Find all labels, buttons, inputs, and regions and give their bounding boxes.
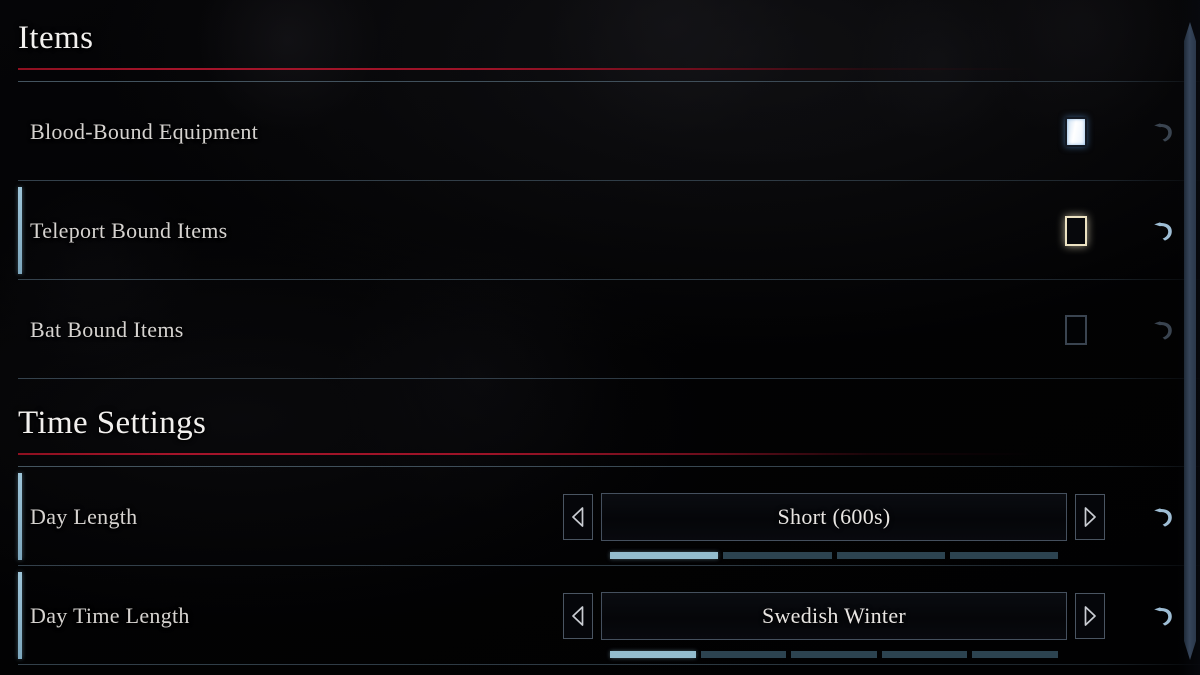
- row-label: Bat Bound Items: [30, 316, 184, 342]
- row-accent-bar: [18, 572, 22, 659]
- settings-row[interactable]: Teleport Bound Items: [0, 181, 1200, 280]
- checkbox-fill: [1067, 316, 1085, 343]
- stepper-row: Swedish Winter: [563, 591, 1105, 640]
- section-title-rule: [18, 453, 1200, 455]
- settings-content: Items Blood-Bound Equipment Teleport Bound…: [0, 0, 1200, 665]
- stepper: Short (600s): [563, 492, 1105, 559]
- checkbox-hover[interactable]: [1065, 215, 1087, 246]
- section-title-items: Items: [18, 20, 94, 56]
- section-items: Items Blood-Bound Equipment Teleport Bound…: [0, 0, 1200, 379]
- stepper-segments: [610, 551, 1058, 559]
- stepper-segment: [723, 551, 832, 559]
- row-label: Day Length: [30, 503, 138, 529]
- row-label: Blood-Bound Equipment: [30, 118, 259, 144]
- stepper-segment: [610, 650, 696, 658]
- stepper-segment: [700, 650, 787, 658]
- stepper-segment: [972, 650, 1058, 658]
- settings-row[interactable]: Day Length Short (600s): [0, 467, 1200, 566]
- chevron-left-icon[interactable]: [563, 493, 593, 540]
- checkbox-wrap: [1026, 215, 1126, 246]
- vertical-scrollbar[interactable]: [1178, 0, 1200, 675]
- scrollbar-thumb[interactable]: [1184, 22, 1196, 660]
- stepper-segment: [949, 551, 1058, 559]
- checkbox-wrap: [1026, 314, 1126, 345]
- stepper-row: Short (600s): [563, 492, 1105, 541]
- settings-screen: Items Blood-Bound Equipment Teleport Bound…: [0, 0, 1200, 675]
- row-divider: [18, 664, 1200, 665]
- checkbox-wrap: [1026, 116, 1126, 147]
- row-accent-bar: [18, 187, 22, 274]
- checkbox-checked[interactable]: [1065, 116, 1087, 147]
- section-title-time-settings: Time Settings: [18, 405, 207, 441]
- row-label: Day Time Length: [30, 602, 190, 628]
- undo-arrow-icon[interactable]: [1150, 504, 1176, 530]
- settings-row[interactable]: Blood-Bound Equipment: [0, 82, 1200, 181]
- section-title-rule: [18, 68, 1200, 70]
- stepper-segments: [610, 650, 1058, 658]
- undo-arrow-icon[interactable]: [1150, 317, 1176, 343]
- undo-arrow-icon[interactable]: [1150, 119, 1176, 145]
- stepper-segment: [836, 551, 945, 559]
- settings-row[interactable]: Bat Bound Items: [0, 280, 1200, 379]
- row-label: Teleport Bound Items: [30, 217, 228, 243]
- stepper-segment: [610, 551, 719, 559]
- stepper: Swedish Winter: [563, 591, 1105, 658]
- stepper-segment: [881, 650, 968, 658]
- undo-arrow-icon[interactable]: [1150, 218, 1176, 244]
- stepper-segment: [791, 650, 877, 658]
- row-accent-bar: [18, 473, 22, 560]
- undo-arrow-icon[interactable]: [1150, 603, 1176, 629]
- checkbox-unchecked[interactable]: [1065, 314, 1087, 345]
- chevron-left-icon[interactable]: [563, 592, 593, 639]
- stepper-value[interactable]: Swedish Winter: [601, 591, 1067, 640]
- settings-row[interactable]: Day Time Length Swedish Winter: [0, 566, 1200, 665]
- checkbox-fill: [1067, 118, 1085, 145]
- chevron-right-icon[interactable]: [1075, 592, 1105, 639]
- checkbox-fill: [1067, 217, 1085, 244]
- stepper-value[interactable]: Short (600s): [601, 492, 1067, 541]
- chevron-right-icon[interactable]: [1075, 493, 1105, 540]
- section-time-settings: Time Settings Day Length Short (600s) Day T…: [0, 379, 1200, 665]
